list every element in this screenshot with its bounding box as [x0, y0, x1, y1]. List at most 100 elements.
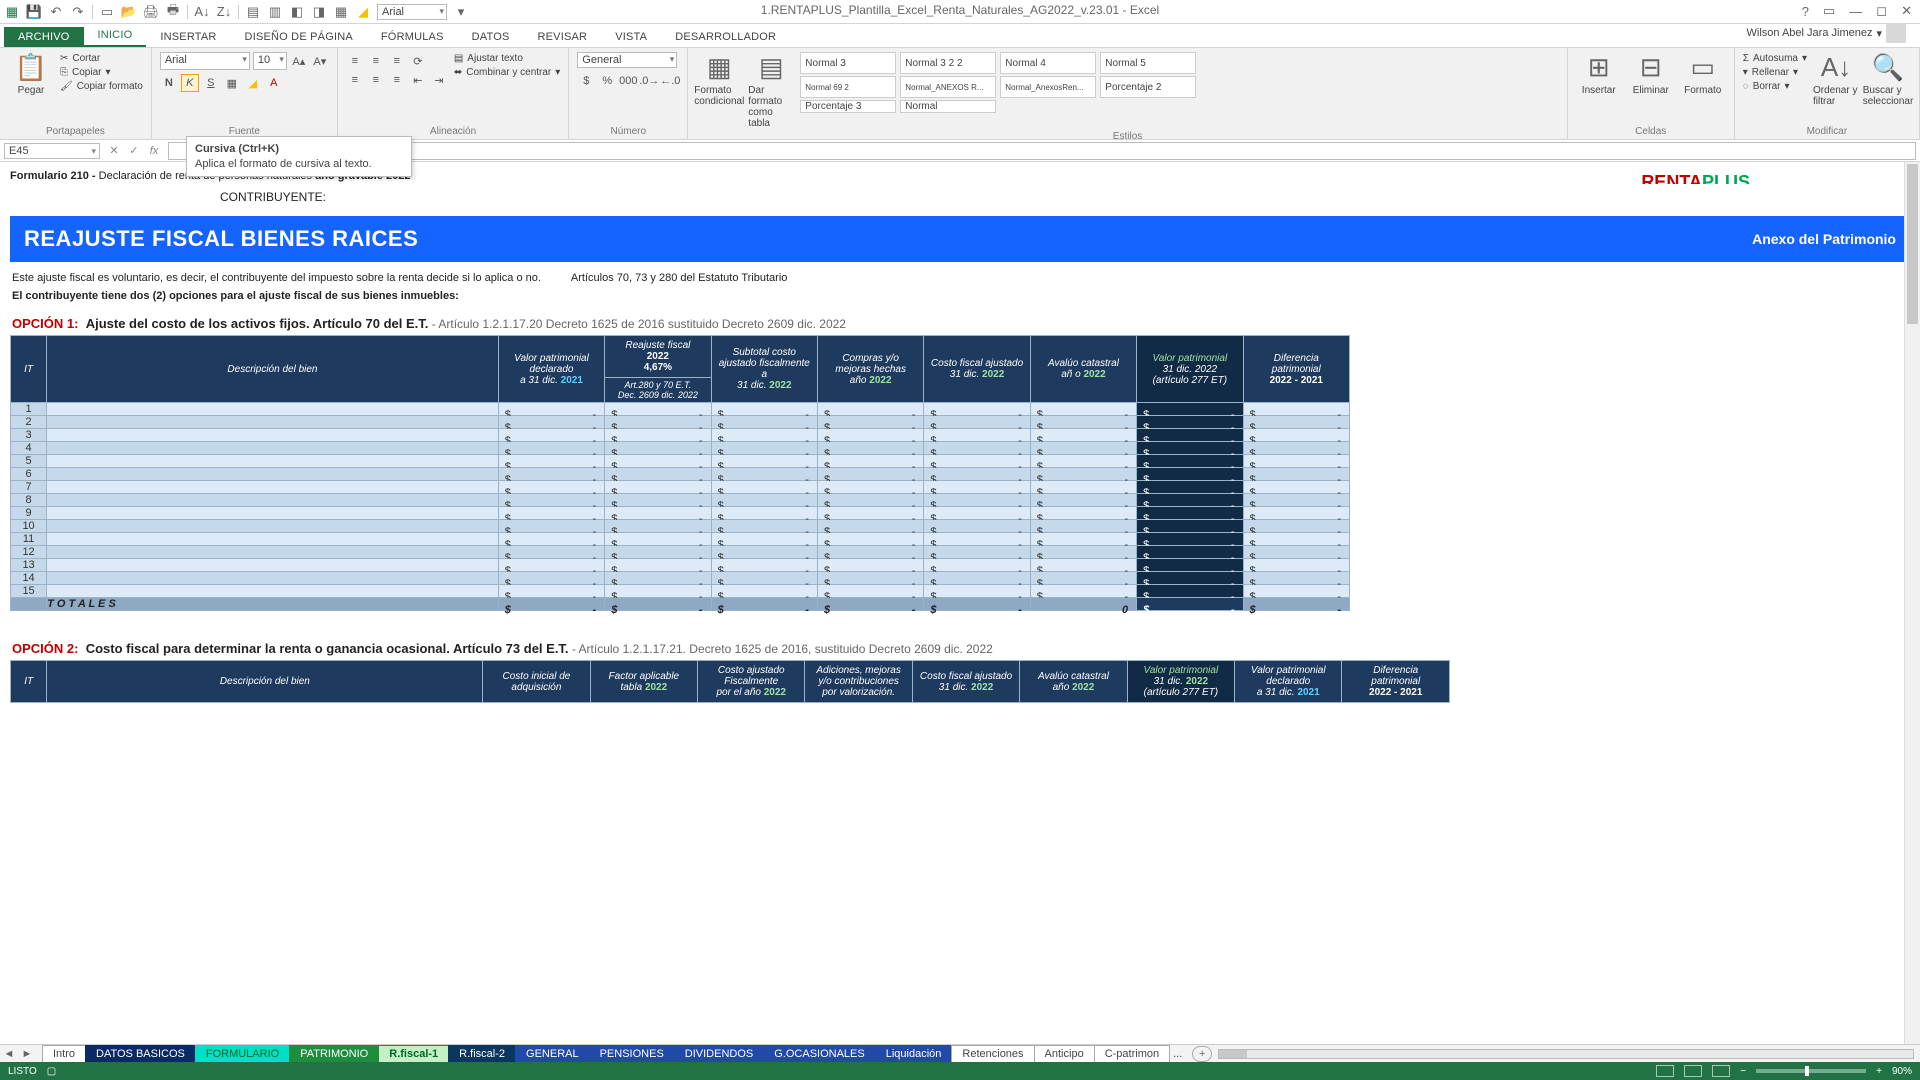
style-cell[interactable]: Porcentaje 3 [800, 100, 896, 113]
print-preview-icon[interactable]: 🖨 [143, 4, 159, 20]
table-row[interactable]: 14$-$-$-$-$-$-$-$- [11, 572, 1350, 585]
table-row[interactable]: 5$-$-$-$-$-$-$-$- [11, 455, 1350, 468]
style-cell[interactable]: Normal 4 [1000, 52, 1096, 74]
table-row[interactable]: 9$-$-$-$-$-$-$-$- [11, 507, 1350, 520]
zoom-level[interactable]: 90% [1892, 1066, 1912, 1077]
style-cell[interactable]: Normal 3 2 2 [900, 52, 996, 74]
tab-insertar[interactable]: INSERTAR [146, 27, 230, 47]
merge-center-button[interactable]: ⬌ Combinar y centrar ▾ [454, 66, 560, 79]
inc-decimal-icon[interactable]: .0→ [640, 72, 658, 90]
style-cell[interactable]: Normal [900, 100, 996, 113]
autosum-button[interactable]: Σ Autosuma ▾ [1743, 52, 1807, 65]
table-row[interactable]: 7$-$-$-$-$-$-$-$- [11, 481, 1350, 494]
format-as-table-button[interactable]: ▤Dar formato como tabla [748, 52, 794, 129]
open-icon[interactable]: 📂 [121, 4, 137, 20]
indent-dec-icon[interactable]: ⇤ [409, 71, 427, 89]
font-size-combo[interactable]: 10 [253, 52, 287, 70]
border-button[interactable]: ▦ [223, 74, 241, 92]
insert-cells-button[interactable]: ⊞Insertar [1576, 52, 1622, 96]
tab-revisar[interactable]: REVISAR [524, 27, 602, 47]
copy-button[interactable]: ⎘ Copiar ▾ [60, 66, 143, 79]
table-row[interactable]: 8$-$-$-$-$-$-$-$- [11, 494, 1350, 507]
sheet-tab-active[interactable]: R.fiscal-1 [378, 1045, 449, 1063]
sheet-tab[interactable]: GENERAL [515, 1045, 590, 1062]
orientation-icon[interactable]: ⟳ [409, 52, 427, 70]
thousands-icon[interactable]: 000 [619, 72, 637, 90]
conditional-format-button[interactable]: ▦Formato condicional [696, 52, 742, 107]
ribbon-options-icon[interactable]: ▭ [1823, 3, 1835, 19]
cancel-icon[interactable]: ✕ [104, 144, 124, 157]
font-color-button[interactable]: A [265, 74, 283, 92]
style-cell[interactable]: Porcentaje 2 [1100, 76, 1196, 98]
grow-font-icon[interactable]: A▴ [290, 52, 308, 70]
sheet-tab[interactable]: DATOS BASICOS [85, 1045, 196, 1062]
sort-asc-icon[interactable]: A↓ [194, 4, 210, 20]
table-row[interactable]: 3$-$-$-$-$-$-$-$- [11, 429, 1350, 442]
sheet-tab[interactable]: PATRIMONIO [289, 1045, 379, 1062]
dec-decimal-icon[interactable]: ←.0 [661, 72, 679, 90]
worksheet-area[interactable]: Formulario 210 - Declaración de renta de… [0, 162, 1920, 1044]
view-break-icon[interactable] [1712, 1065, 1730, 1077]
vertical-scrollbar[interactable] [1904, 162, 1920, 1044]
table-row[interactable]: 15$-$-$-$-$-$-$-$- [11, 585, 1350, 598]
table-row[interactable]: 2$-$-$-$-$-$-$-$- [11, 416, 1350, 429]
sort-desc-icon[interactable]: Z↓ [216, 4, 232, 20]
sheet-tab[interactable]: Intro [42, 1045, 86, 1062]
tab-file[interactable]: ARCHIVO [4, 27, 84, 47]
name-box[interactable]: E45 [4, 143, 100, 159]
table-row[interactable]: 6$-$-$-$-$-$-$-$- [11, 468, 1350, 481]
save-icon[interactable]: 💾 [26, 4, 42, 20]
enter-icon[interactable]: ✓ [124, 144, 144, 157]
sheet-tab[interactable]: Liquidación [875, 1045, 953, 1062]
maximize-icon[interactable]: ◻ [1876, 3, 1887, 19]
align-center-icon[interactable]: ≡ [367, 71, 385, 89]
tab-diseno[interactable]: DISEÑO DE PÁGINA [231, 27, 367, 47]
paste-button[interactable]: 📋Pegar [8, 52, 54, 96]
table-row[interactable]: 13$-$-$-$-$-$-$-$- [11, 559, 1350, 572]
sheet-tab[interactable]: C-patrimon [1094, 1045, 1170, 1062]
style-cell[interactable]: Normal 5 [1100, 52, 1196, 74]
new-sheet-button[interactable]: + [1192, 1046, 1212, 1062]
table-row[interactable]: 11$-$-$-$-$-$-$-$- [11, 533, 1350, 546]
account-user[interactable]: Wilson Abel Jara Jimenez ▾ [1737, 19, 1916, 47]
tab-inicio[interactable]: INICIO [84, 25, 147, 47]
qat-icon[interactable]: ◨ [311, 4, 327, 20]
align-top-icon[interactable]: ≡ [346, 52, 364, 70]
align-bottom-icon[interactable]: ≡ [388, 52, 406, 70]
find-select-button[interactable]: 🔍Buscar y seleccionar [1865, 52, 1911, 107]
sheet-tab[interactable]: FORMULARIO [195, 1045, 290, 1062]
redo-icon[interactable]: ↷ [70, 4, 86, 20]
zoom-slider[interactable] [1756, 1069, 1866, 1073]
align-left-icon[interactable]: ≡ [346, 71, 364, 89]
indent-inc-icon[interactable]: ⇥ [430, 71, 448, 89]
view-normal-icon[interactable] [1656, 1065, 1674, 1077]
tab-datos[interactable]: DATOS [458, 27, 524, 47]
style-cell[interactable]: Normal 69 2 [800, 76, 896, 98]
fill-color-button[interactable]: ◢ [244, 74, 262, 92]
sheet-tab[interactable]: Anticipo [1034, 1045, 1095, 1062]
table-row[interactable]: 10$-$-$-$-$-$-$-$- [11, 520, 1350, 533]
percent-icon[interactable]: % [598, 72, 616, 90]
sort-filter-button[interactable]: A↓Ordenar y filtrar [1813, 52, 1859, 107]
minimize-icon[interactable]: — [1849, 4, 1862, 19]
format-cells-button[interactable]: ▭Formato [1680, 52, 1726, 96]
style-cell[interactable]: Normal 3 [800, 52, 896, 74]
underline-button[interactable]: S [202, 74, 220, 92]
sheet-tab[interactable]: R.fiscal-2 [448, 1045, 516, 1062]
font-name-combo[interactable]: Arial [160, 52, 250, 70]
wrap-text-button[interactable]: ▤ Ajustar texto [454, 52, 560, 65]
style-cell[interactable]: Normal_AnexosRen... [1000, 76, 1096, 98]
tab-vista[interactable]: VISTA [601, 27, 661, 47]
view-layout-icon[interactable] [1684, 1065, 1702, 1077]
fx-icon[interactable]: fx [144, 145, 164, 157]
currency-icon[interactable]: $ [577, 72, 595, 90]
zoom-in-icon[interactable]: + [1876, 1066, 1882, 1077]
table-row[interactable]: 1$-$-$-$-$-$-$-$- [11, 403, 1350, 416]
align-right-icon[interactable]: ≡ [388, 71, 406, 89]
qat-font-combo[interactable]: Arial [377, 4, 447, 20]
tab-nav-next-icon[interactable]: ► [18, 1048, 36, 1060]
zoom-out-icon[interactable]: − [1740, 1066, 1746, 1077]
qat-more-icon[interactable]: ▾ [453, 4, 469, 20]
horizontal-scrollbar[interactable] [1218, 1049, 1914, 1059]
cell-styles-gallery[interactable]: Normal 3 Normal 3 2 2 Normal 4 Normal 5 … [800, 52, 1196, 113]
